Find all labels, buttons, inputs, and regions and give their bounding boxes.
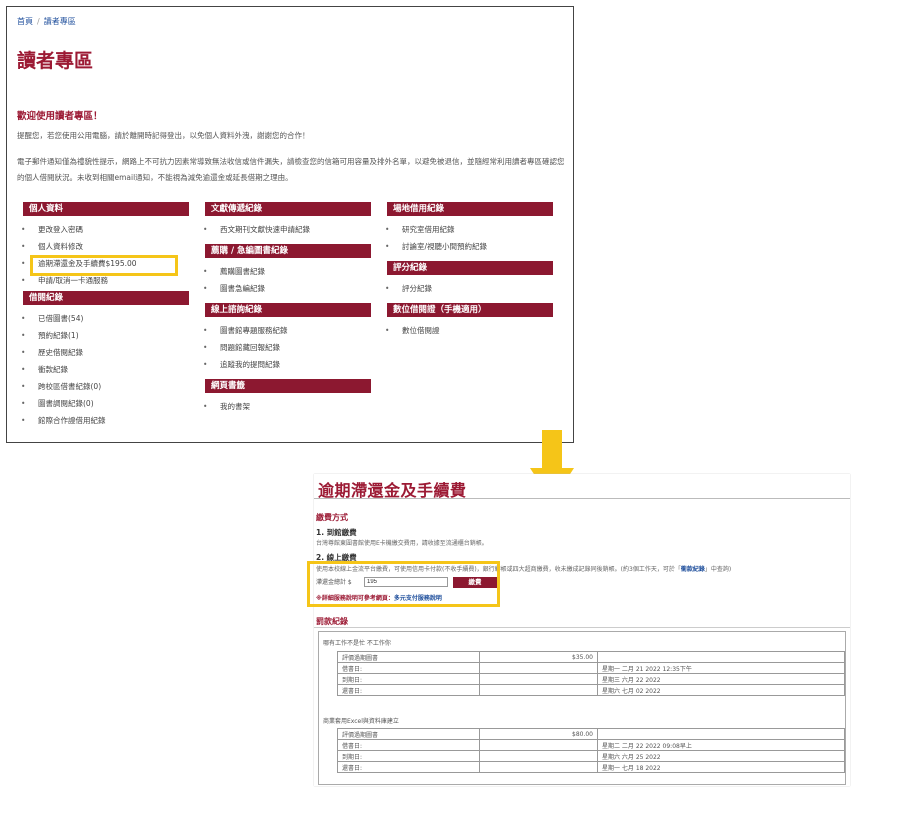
menu-item-ill-card[interactable]: 館際合作證借用紀錄	[21, 412, 189, 429]
menu-item-reservations[interactable]: 預約紀錄(1)	[21, 327, 189, 344]
welcome-heading: 歡迎使用讀者專區！	[17, 111, 103, 122]
fine-record-title: 商業套用Excel與資料庫建立	[323, 718, 399, 725]
section-header-bookmarks: 網頁書籤	[205, 379, 371, 393]
fines-divider	[314, 627, 850, 628]
table-row: 借書日: 星期一 二月 21 2022 12:35下午	[337, 662, 845, 674]
section-header-document-delivery: 文獻傳遞紀錄	[205, 202, 371, 216]
section-header-loans: 借閱紀錄	[23, 291, 189, 305]
table-row: 還書日: 星期一 七月 18 2022	[337, 761, 845, 773]
overdue-fees-page: 逾期滯還金及手續費 繳費方式 1. 到館繳費 台灣尊館東圍書館使用E卡機繳交費用…	[314, 474, 850, 786]
fine-record-table: 評價過期圖書 $35.00 借書日: 星期一 二月 21 2022 12:35下午 …	[337, 651, 845, 696]
section-header-ratings: 評分紀錄	[387, 261, 553, 275]
section-header-digital-card: 數位借閱證（手機適用）	[387, 303, 553, 317]
menu-item-track-questions[interactable]: 追蹤我的提問紀錄	[203, 356, 371, 373]
method-onsite-title: 1. 到館繳費	[316, 528, 357, 537]
table-row: 借書日: 星期二 二月 22 2022 09:08早上	[337, 739, 845, 751]
menu-column-3: 場地借用紀錄 研究室借用紀錄 討論室/視聽小間預約紀錄 評分紀錄 評分紀錄 數位…	[385, 202, 553, 345]
breadcrumb-current-link[interactable]: 讀者專區	[44, 17, 76, 26]
menu-item-rush-records[interactable]: 圖書急編紀錄	[203, 280, 371, 297]
fines-heading: 罰款紀錄	[316, 617, 348, 626]
digital-card-menu: 數位借閱證	[385, 322, 553, 339]
fine-record-table: 評價過期圖書 $80.00 借書日: 星期二 二月 22 2022 09:08早上 …	[337, 728, 845, 773]
section-header-purchase: 薦購 / 急編圖書紀錄	[205, 244, 371, 258]
table-row: 到期日: 星期六 六月 25 2022	[337, 750, 845, 762]
menu-item-journal-request[interactable]: 西文期刊文獻快速申請紀錄	[203, 221, 371, 238]
table-row: 還書日: 星期六 七月 02 2022	[337, 684, 845, 696]
section-header-venue: 場地借用紀錄	[387, 202, 553, 216]
menu-item-my-bookshelf[interactable]: 我的書架	[203, 398, 371, 415]
breadcrumb: 首頁 / 讀者專區	[17, 16, 76, 27]
highlight-online-payment	[307, 561, 500, 607]
purchase-menu: 薦購圖書紀錄 圖書急編紀錄	[203, 263, 371, 297]
menu-item-loan-history[interactable]: 歷史借閱紀錄	[21, 344, 189, 361]
logout-reminder: 提醒您，若您使用公用電腦，請於離開時記得登出，以免個人資料外洩，謝謝您的合作！	[17, 131, 310, 140]
title-divider	[314, 498, 850, 499]
menu-item-cross-campus[interactable]: 跨校區借書紀錄(0)	[21, 378, 189, 395]
menu-item-study-room[interactable]: 研究室借用紀錄	[385, 221, 553, 238]
menu-item-digital-card[interactable]: 數位借閱證	[385, 322, 553, 339]
venue-menu: 研究室借用紀錄 討論室/視聽小間預約紀錄	[385, 221, 553, 255]
menu-item-payment-records[interactable]: 衝款紀錄	[21, 361, 189, 378]
payment-records-link[interactable]: 衝款紀錄	[681, 566, 705, 573]
menu-item-change-password[interactable]: 更改登入密碼	[21, 221, 189, 238]
reader-area-page: 首頁 / 讀者專區 讀者專區 歡迎使用讀者專區！ 提醒您，若您使用公用電腦，請於離開…	[6, 6, 574, 443]
menu-column-2: 文獻傳遞紀錄 西文期刊文獻快速申請紀錄 薦購 / 急編圖書紀錄 薦購圖書紀錄 圖…	[203, 202, 371, 421]
document-delivery-menu: 西文期刊文獻快速申請紀錄	[203, 221, 371, 238]
menu-item-recommend-records[interactable]: 薦購圖書紀錄	[203, 263, 371, 280]
section-header-online-consult: 線上諮詢紀錄	[205, 303, 371, 317]
email-notice: 電子郵件通知僅為禮貌性提示，網路上不可抗力因素常導致無法收信或信件漏失，請檢查您…	[17, 157, 565, 182]
consult-menu: 圖書館專題服務紀錄 問題館藏回報紀錄 追蹤我的提問紀錄	[203, 322, 371, 373]
menu-item-subject-service[interactable]: 圖書館專題服務紀錄	[203, 322, 371, 339]
method-onsite-description: 台灣尊館東圍書館使用E卡機繳交費用，請收據至流通櫃台銷帳。	[316, 540, 488, 547]
menu-item-book-retrieval[interactable]: 圖書調閱紀錄(0)	[21, 395, 189, 412]
fine-record-title: 哪有工作不是忙 不工作你	[323, 640, 391, 647]
ratings-menu: 評分紀錄	[385, 280, 553, 297]
menu-item-problem-report[interactable]: 問題館藏回報紀錄	[203, 339, 371, 356]
loans-menu: 已借圖書(54) 預約紀錄(1) 歷史借閱紀錄 衝款紀錄 跨校區借書紀錄(0) …	[21, 310, 189, 429]
menu-item-borrowed-books[interactable]: 已借圖書(54)	[21, 310, 189, 327]
payment-methods-heading: 繳費方式	[316, 513, 348, 522]
menu-item-edit-profile[interactable]: 個人資料修改	[21, 238, 189, 255]
table-row: 評價過期圖書 $35.00	[337, 651, 845, 663]
breadcrumb-home-link[interactable]: 首頁	[17, 17, 33, 26]
menu-column-1: 個人資料 更改登入密碼 個人資料修改 逾期滯還金及手續費$195.00 申請/取…	[21, 202, 189, 429]
breadcrumb-separator: /	[37, 17, 40, 26]
menu-item-rating-records[interactable]: 評分紀錄	[385, 280, 553, 297]
table-row: 到期日: 星期三 六月 22 2022	[337, 673, 845, 685]
menu-item-discussion-room[interactable]: 討論室/視聽小間預約紀錄	[385, 238, 553, 255]
page-title: 讀者專區	[17, 50, 94, 72]
fines-records-box: 哪有工作不是忙 不工作你 評價過期圖書 $35.00 借書日: 星期一 二月 21 …	[318, 631, 846, 785]
table-row: 評價過期圖書 $80.00	[337, 728, 845, 740]
bookmarks-menu: 我的書架	[203, 398, 371, 415]
highlight-overdue-fees	[30, 255, 178, 276]
section-header-personal: 個人資料	[23, 202, 189, 216]
